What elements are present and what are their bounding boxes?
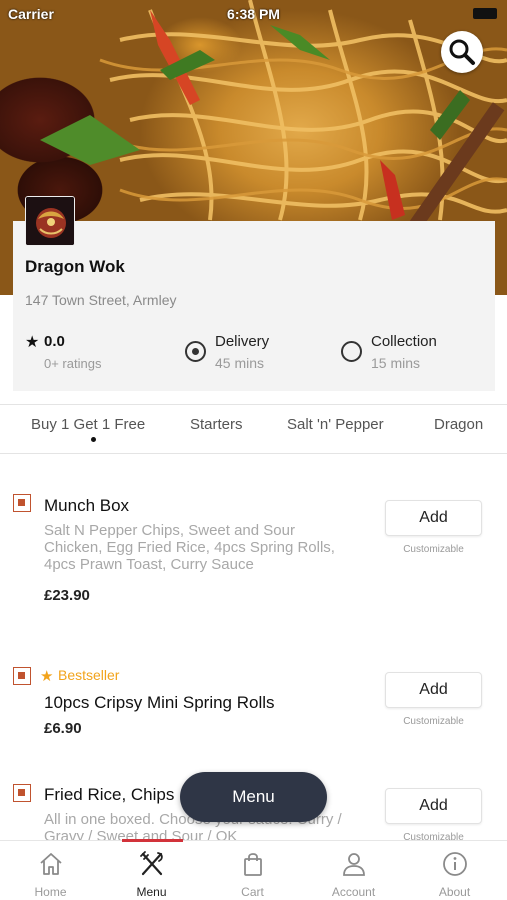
add-button[interactable]: Add xyxy=(385,500,482,536)
nav-home[interactable]: Home xyxy=(0,841,101,900)
item-description: Salt N Pepper Chips, Sweet and Sour Chic… xyxy=(44,522,335,573)
delivery-time: 45 mins xyxy=(215,355,265,371)
delivery-title: Delivery xyxy=(215,333,270,350)
nav-home-label: Home xyxy=(34,885,67,899)
customizable-label: Customizable xyxy=(403,544,464,555)
add-button[interactable]: Add xyxy=(385,672,482,708)
delivery-radio[interactable] xyxy=(185,341,206,362)
collection-title: Collection xyxy=(371,333,437,350)
fork-knife-icon xyxy=(140,851,163,876)
info-icon xyxy=(443,852,467,876)
tab-buy-1-get-1-free[interactable]: Buy 1 Get 1 Free xyxy=(31,416,145,433)
customizable-label: Customizable xyxy=(403,716,464,727)
veg-marker-icon xyxy=(13,667,31,685)
rating-value: 0.0 xyxy=(44,333,65,350)
nav-about[interactable]: About xyxy=(404,841,505,900)
restaurant-logo xyxy=(25,196,75,246)
status-time: 6:38 PM xyxy=(227,6,280,22)
collection-time: 15 mins xyxy=(371,355,421,371)
battery-icon xyxy=(473,8,497,19)
home-icon xyxy=(40,853,62,875)
star-icon: ★ xyxy=(25,334,40,351)
item-price: £6.90 xyxy=(44,720,82,737)
nav-cart[interactable]: Cart xyxy=(202,841,303,900)
customizable-label: Customizable xyxy=(403,832,464,840)
dragon-logo-icon xyxy=(26,197,74,245)
floating-menu-button[interactable]: Menu xyxy=(180,772,327,822)
nav-menu-label: Menu xyxy=(136,885,167,899)
restaurant-info-card: Dragon Wok 147 Town Street, Armley ★ 0.0… xyxy=(13,196,495,391)
veg-marker-icon xyxy=(13,784,31,802)
search-icon xyxy=(449,39,475,65)
add-button[interactable]: Add xyxy=(385,788,482,824)
search-button[interactable] xyxy=(441,31,483,73)
restaurant-address: 147 Town Street, Armley xyxy=(25,292,177,308)
bestseller-star-icon: ★ xyxy=(40,668,54,685)
item-name: 10pcs Cripsy Mini Spring Rolls xyxy=(44,693,275,712)
status-bar: Carrier 6:38 PM xyxy=(0,0,507,28)
bestseller-badge: Bestseller xyxy=(58,667,120,683)
rating-count: 0+ ratings xyxy=(44,356,102,371)
active-tab-indicator xyxy=(91,437,96,442)
collection-radio[interactable] xyxy=(341,341,362,362)
user-icon xyxy=(343,853,365,876)
bottom-nav: Home Menu Cart Account About xyxy=(0,839,507,900)
nav-about-label: About xyxy=(438,885,471,899)
veg-marker-icon xyxy=(13,494,31,512)
nav-cart-label: Cart xyxy=(241,885,264,899)
shopping-bag-icon xyxy=(244,853,262,876)
nav-account[interactable]: Account xyxy=(303,841,404,900)
restaurant-name: Dragon Wok xyxy=(25,257,125,276)
tab-salt-n-pepper[interactable]: Salt 'n' Pepper xyxy=(287,416,384,433)
item-name: Munch Box xyxy=(44,496,130,515)
item-name: Fried Rice, Chips xyxy=(44,785,175,804)
tab-dragon[interactable]: Dragon xyxy=(434,416,483,433)
category-tabs: Buy 1 Get 1 Free Starters Salt 'n' Peppe… xyxy=(0,404,507,454)
nav-menu[interactable]: Menu xyxy=(101,841,202,900)
item-price: £23.90 xyxy=(44,587,90,604)
nav-account-label: Account xyxy=(331,885,376,899)
tab-starters[interactable]: Starters xyxy=(190,416,243,433)
